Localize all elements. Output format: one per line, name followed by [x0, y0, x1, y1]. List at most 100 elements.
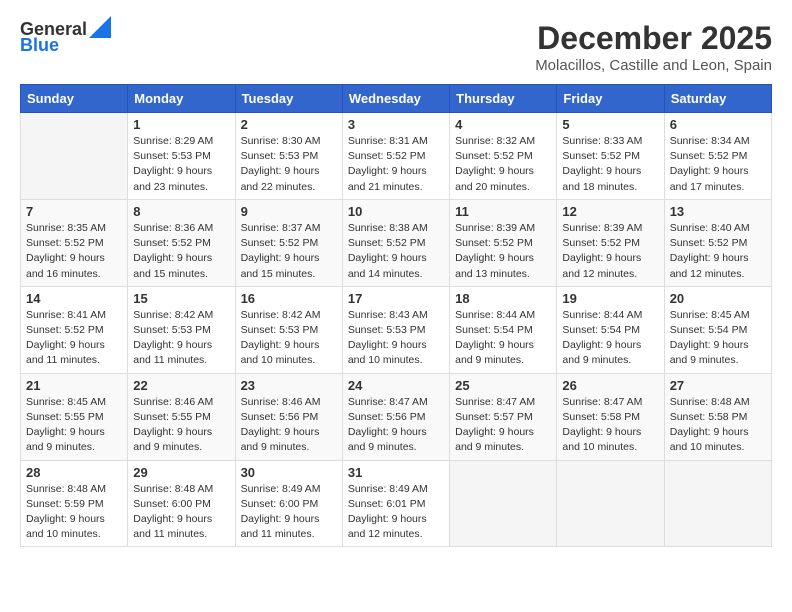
day-number: 28: [26, 465, 122, 480]
logo-arrow-icon: [89, 16, 111, 38]
calendar-cell: [21, 113, 128, 200]
day-info: Sunrise: 8:34 AMSunset: 5:52 PMDaylight:…: [670, 134, 766, 195]
calendar-cell: 17 Sunrise: 8:43 AMSunset: 5:53 PMDayligh…: [342, 286, 449, 373]
calendar-cell: 15 Sunrise: 8:42 AMSunset: 5:53 PMDayligh…: [128, 286, 235, 373]
calendar-cell: 10Sunrise: 8:38 AMSunset: 5:52 PMDayligh…: [342, 199, 449, 286]
day-number: 23: [241, 378, 337, 393]
day-info: Sunrise: 8:49 AMSunset: 6:00 PMDaylight:…: [241, 482, 337, 543]
day-info: Sunrise: 8:44 AMSunset: 5:54 PMDaylight:…: [455, 308, 551, 369]
day-number: 13: [670, 204, 766, 219]
logo-text-blue: Blue: [20, 36, 59, 56]
title-block: December 2025 Molacillos, Castille and L…: [535, 20, 772, 74]
calendar-cell: 20 Sunrise: 8:45 AMSunset: 5:54 PMDayligh…: [664, 286, 771, 373]
calendar-cell: 23 Sunrise: 8:46 AMSunset: 5:56 PMDayligh…: [235, 373, 342, 460]
calendar-cell: 4Sunrise: 8:32 AMSunset: 5:52 PMDaylight…: [450, 113, 557, 200]
day-number: 4: [455, 117, 551, 132]
weekday-header: Saturday: [664, 85, 771, 113]
day-number: 9: [241, 204, 337, 219]
calendar-cell: 16 Sunrise: 8:42 AMSunset: 5:53 PMDayligh…: [235, 286, 342, 373]
calendar-cell: 13 Sunrise: 8:40 AMSunset: 5:52 PMDayligh…: [664, 199, 771, 286]
day-number: 31: [348, 465, 444, 480]
day-info: Sunrise: 8:45 AMSunset: 5:55 PMDaylight:…: [26, 395, 122, 456]
calendar-cell: 14 Sunrise: 8:41 AMSunset: 5:52 PMDayligh…: [21, 286, 128, 373]
calendar-week-row: 28 Sunrise: 8:48 AMSunset: 5:59 PMDayligh…: [21, 460, 772, 547]
day-number: 16: [241, 291, 337, 306]
day-number: 19: [562, 291, 658, 306]
day-info: Sunrise: 8:48 AMSunset: 5:58 PMDaylight:…: [670, 395, 766, 456]
calendar-cell: [664, 460, 771, 547]
calendar-header-row: SundayMondayTuesdayWednesdayThursdayFrid…: [21, 85, 772, 113]
day-info: Sunrise: 8:42 AMSunset: 5:53 PMDaylight:…: [133, 308, 229, 369]
weekday-header: Monday: [128, 85, 235, 113]
calendar-week-row: 1 Sunrise: 8:29 AMSunset: 5:53 PMDaylight…: [21, 113, 772, 200]
calendar-cell: 12 Sunrise: 8:39 AMSunset: 5:52 PMDayligh…: [557, 199, 664, 286]
day-info: Sunrise: 8:29 AMSunset: 5:53 PMDaylight:…: [133, 134, 229, 195]
day-info: Sunrise: 8:35 AMSunset: 5:52 PMDaylight:…: [26, 221, 122, 282]
day-number: 8: [133, 204, 229, 219]
calendar-cell: 26Sunrise: 8:47 AMSunset: 5:58 PMDayligh…: [557, 373, 664, 460]
day-info: Sunrise: 8:30 AMSunset: 5:53 PMDaylight:…: [241, 134, 337, 195]
day-info: Sunrise: 8:40 AMSunset: 5:52 PMDaylight:…: [670, 221, 766, 282]
calendar-cell: 2 Sunrise: 8:30 AMSunset: 5:53 PMDaylight…: [235, 113, 342, 200]
day-number: 7: [26, 204, 122, 219]
day-number: 27: [670, 378, 766, 393]
weekday-header: Tuesday: [235, 85, 342, 113]
day-number: 12: [562, 204, 658, 219]
calendar-week-row: 7 Sunrise: 8:35 AMSunset: 5:52 PMDaylight…: [21, 199, 772, 286]
day-number: 24: [348, 378, 444, 393]
day-number: 21: [26, 378, 122, 393]
day-info: Sunrise: 8:48 AMSunset: 5:59 PMDaylight:…: [26, 482, 122, 543]
day-info: Sunrise: 8:39 AMSunset: 5:52 PMDaylight:…: [455, 221, 551, 282]
calendar-cell: 18Sunrise: 8:44 AMSunset: 5:54 PMDayligh…: [450, 286, 557, 373]
calendar-cell: 21 Sunrise: 8:45 AMSunset: 5:55 PMDayligh…: [21, 373, 128, 460]
calendar-cell: 1 Sunrise: 8:29 AMSunset: 5:53 PMDaylight…: [128, 113, 235, 200]
month-title: December 2025: [535, 20, 772, 57]
day-number: 3: [348, 117, 444, 132]
calendar-cell: 5 Sunrise: 8:33 AMSunset: 5:52 PMDaylight…: [557, 113, 664, 200]
day-info: Sunrise: 8:48 AMSunset: 6:00 PMDaylight:…: [133, 482, 229, 543]
calendar-cell: 3 Sunrise: 8:31 AMSunset: 5:52 PMDaylight…: [342, 113, 449, 200]
day-info: Sunrise: 8:42 AMSunset: 5:53 PMDaylight:…: [241, 308, 337, 369]
day-number: 10: [348, 204, 444, 219]
day-info: Sunrise: 8:43 AMSunset: 5:53 PMDaylight:…: [348, 308, 444, 369]
day-number: 20: [670, 291, 766, 306]
day-number: 5: [562, 117, 658, 132]
page-header: General Blue December 2025 Molacillos, C…: [20, 20, 772, 74]
calendar-cell: 7 Sunrise: 8:35 AMSunset: 5:52 PMDaylight…: [21, 199, 128, 286]
day-info: Sunrise: 8:46 AMSunset: 5:56 PMDaylight:…: [241, 395, 337, 456]
weekday-header: Thursday: [450, 85, 557, 113]
weekday-header: Friday: [557, 85, 664, 113]
day-info: Sunrise: 8:41 AMSunset: 5:52 PMDaylight:…: [26, 308, 122, 369]
day-info: Sunrise: 8:36 AMSunset: 5:52 PMDaylight:…: [133, 221, 229, 282]
day-number: 30: [241, 465, 337, 480]
calendar-cell: 19Sunrise: 8:44 AMSunset: 5:54 PMDayligh…: [557, 286, 664, 373]
logo: General Blue: [20, 20, 111, 56]
calendar-cell: 8 Sunrise: 8:36 AMSunset: 5:52 PMDaylight…: [128, 199, 235, 286]
calendar-cell: 22Sunrise: 8:46 AMSunset: 5:55 PMDayligh…: [128, 373, 235, 460]
calendar-cell: 6Sunrise: 8:34 AMSunset: 5:52 PMDaylight…: [664, 113, 771, 200]
calendar-cell: 24 Sunrise: 8:47 AMSunset: 5:56 PMDayligh…: [342, 373, 449, 460]
day-info: Sunrise: 8:33 AMSunset: 5:52 PMDaylight:…: [562, 134, 658, 195]
day-number: 17: [348, 291, 444, 306]
calendar-cell: 31Sunrise: 8:49 AMSunset: 6:01 PMDayligh…: [342, 460, 449, 547]
day-info: Sunrise: 8:45 AMSunset: 5:54 PMDaylight:…: [670, 308, 766, 369]
day-number: 1: [133, 117, 229, 132]
day-number: 11: [455, 204, 551, 219]
calendar-cell: 29 Sunrise: 8:48 AMSunset: 6:00 PMDayligh…: [128, 460, 235, 547]
day-info: Sunrise: 8:31 AMSunset: 5:52 PMDaylight:…: [348, 134, 444, 195]
weekday-header: Sunday: [21, 85, 128, 113]
day-number: 26: [562, 378, 658, 393]
calendar-cell: [557, 460, 664, 547]
day-number: 15: [133, 291, 229, 306]
day-info: Sunrise: 8:37 AMSunset: 5:52 PMDaylight:…: [241, 221, 337, 282]
day-number: 14: [26, 291, 122, 306]
calendar-table: SundayMondayTuesdayWednesdayThursdayFrid…: [20, 84, 772, 547]
day-info: Sunrise: 8:47 AMSunset: 5:56 PMDaylight:…: [348, 395, 444, 456]
weekday-header: Wednesday: [342, 85, 449, 113]
day-info: Sunrise: 8:39 AMSunset: 5:52 PMDaylight:…: [562, 221, 658, 282]
day-number: 29: [133, 465, 229, 480]
location-text: Molacillos, Castille and Leon, Spain: [535, 57, 772, 74]
day-number: 22: [133, 378, 229, 393]
day-number: 2: [241, 117, 337, 132]
day-number: 25: [455, 378, 551, 393]
